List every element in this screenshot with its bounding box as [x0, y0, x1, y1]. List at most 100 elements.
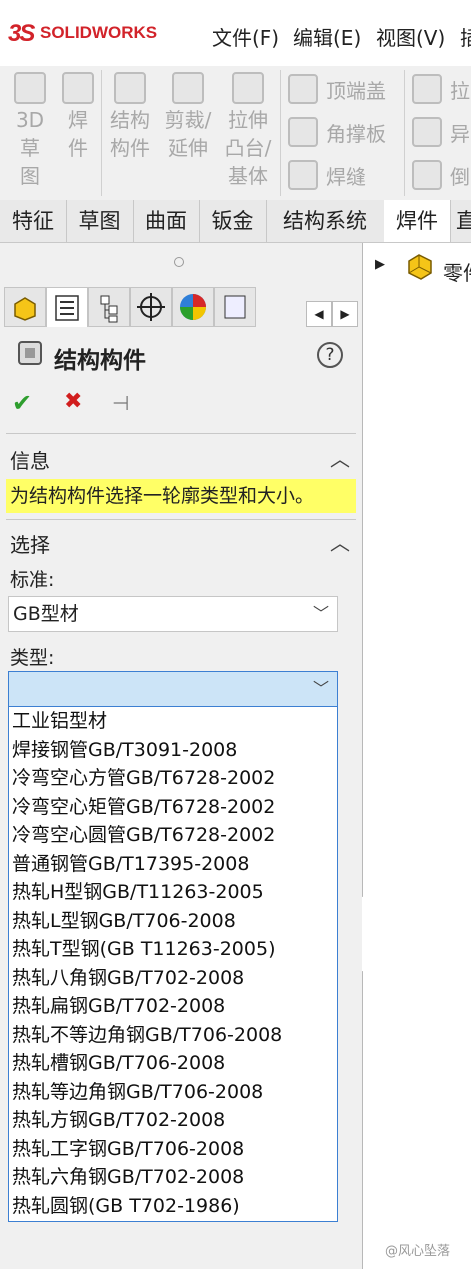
chevron-down-icon: ﹀ — [312, 604, 329, 623]
command-manager: 3D 草 图 焊 件 结构 构件 剪裁/ 延伸 拉伸 凸台/ 基体 顶端盖 角撑… — [0, 66, 471, 200]
structural-member-icon — [114, 72, 146, 104]
type-option[interactable]: 热轧八角钢GB/T702-2008 — [9, 964, 337, 993]
type-option[interactable]: 热轧六角钢GB/T702-2008 — [9, 1163, 337, 1192]
configuration-manager-icon — [100, 295, 118, 323]
weld-bead-label: 焊缝 — [326, 164, 366, 189]
tab-features[interactable]: 特征 — [0, 200, 67, 242]
tab-custom-manager[interactable] — [214, 287, 256, 327]
type-option[interactable]: 冷弯空心圆管GB/T6728-2002 — [9, 821, 337, 850]
title-bar: 3S SOLIDWORKS 文件(F) 编辑(E) 视图(V) 插 — [0, 0, 471, 66]
tab-weldments[interactable]: 焊件 — [384, 200, 451, 242]
type-option[interactable]: 热轧工字钢GB/T706-2008 — [9, 1135, 337, 1164]
structural-member-label: 结构 构件 — [110, 108, 150, 160]
menu-edit[interactable]: 编辑(E) — [293, 22, 361, 51]
gusset-button[interactable]: 角撑板 — [288, 117, 386, 147]
weldment-label: 焊 件 — [68, 108, 88, 160]
hole-wizard-button[interactable]: 异 — [412, 117, 470, 147]
menu-file[interactable]: 文件(F) — [212, 22, 279, 51]
type-option[interactable]: 热轧等边角钢GB/T706-2008 — [9, 1078, 337, 1107]
ok-icon[interactable]: ✔ — [12, 389, 32, 417]
panel-title: 结构构件 — [54, 348, 146, 374]
toolbar-separator — [101, 70, 102, 196]
end-cap-button[interactable]: 顶端盖 — [288, 74, 386, 104]
graphics-area[interactable]: ▶ 零件 @风心坠落 — [363, 243, 471, 1269]
type-option[interactable]: 热轧L型钢GB/T706-2008 — [9, 907, 337, 936]
type-option[interactable]: 热轧H型钢GB/T11263-2005 — [9, 878, 337, 907]
type-option[interactable]: 热轧不等边角钢GB/T706-2008 — [9, 1021, 337, 1050]
scroll-right-icon[interactable]: ▶ — [332, 301, 358, 327]
tab-configuration-manager[interactable] — [88, 287, 130, 327]
hole-wizard-icon — [412, 117, 442, 147]
tab-property-manager[interactable] — [46, 287, 88, 327]
collapse-info-icon[interactable]: ︿ — [330, 443, 350, 472]
type-label: 类型: — [10, 647, 55, 669]
tab-display-manager[interactable] — [172, 287, 214, 327]
command-manager-tabs: 特征 草图 曲面 钣金 结构系统 焊件 直 — [0, 200, 471, 243]
chamfer-label: 倒 — [450, 164, 470, 189]
type-option[interactable]: 普通钢管GB/T17395-2008 — [9, 850, 337, 879]
scroll-left-icon[interactable]: ◀ — [306, 301, 332, 327]
3d-sketch-button[interactable]: 3D 草 图 — [8, 72, 52, 190]
weldment-button[interactable]: 焊 件 — [58, 72, 98, 162]
extrude-label: 拉 — [450, 78, 470, 103]
end-cap-label: 顶端盖 — [326, 78, 386, 103]
tab-sketch[interactable]: 草图 — [66, 200, 134, 242]
structural-member-title-icon — [18, 341, 42, 365]
expand-arrow-icon[interactable]: ▶ — [375, 257, 385, 272]
collapse-selection-icon[interactable]: ︿ — [330, 527, 350, 556]
property-manager-icon — [55, 295, 79, 321]
appearance-sphere-icon — [180, 294, 206, 320]
hole-wizard-label: 异 — [450, 121, 470, 146]
standard-label: 标准: — [10, 569, 55, 591]
weld-bead-button[interactable]: 焊缝 — [288, 160, 366, 190]
standard-value: GB型材 — [13, 603, 79, 625]
info-section-header[interactable]: 信息 — [10, 445, 50, 474]
custom-manager-icon — [224, 295, 246, 319]
panel-collapse-handle-icon[interactable] — [174, 257, 184, 267]
type-dropdown-list[interactable]: 工业铝型材 焊接钢管GB/T3091-2008 冷弯空心方管GB/T6728-200… — [8, 706, 338, 1222]
divider — [6, 433, 356, 434]
menu-insert[interactable]: 插 — [460, 22, 471, 51]
chamfer-button[interactable]: 倒 — [412, 160, 470, 190]
crosshair-icon — [137, 293, 165, 321]
toolbar-separator — [404, 70, 405, 196]
tab-direct-editing[interactable]: 直 — [450, 200, 471, 242]
tab-dimxpert-manager[interactable] — [130, 287, 172, 327]
solidworks-logo-icon: 3S — [8, 20, 35, 47]
weldment-icon — [62, 72, 94, 104]
selection-section-header[interactable]: 选择 — [10, 529, 50, 558]
menu-view[interactable]: 视图(V) — [376, 22, 445, 51]
type-option[interactable]: 热轧槽钢GB/T706-2008 — [9, 1049, 337, 1078]
gusset-label: 角撑板 — [326, 121, 386, 146]
type-option[interactable]: 热轧方钢GB/T702-2008 — [9, 1106, 337, 1135]
trim-extend-label: 剪裁/ 延伸 — [164, 108, 212, 160]
type-option[interactable]: 工业铝型材 — [9, 707, 337, 736]
extruded-boss-button[interactable]: 拉伸 凸台/ 基体 — [222, 72, 274, 190]
type-option[interactable]: 热轧扁钢GB/T702-2008 — [9, 992, 337, 1021]
part-icon — [14, 297, 36, 321]
divider — [6, 519, 356, 520]
pin-icon[interactable]: ⊣ — [112, 391, 129, 415]
tab-structure-system[interactable]: 结构系统 — [266, 200, 385, 242]
chevron-down-icon: ﹀ — [312, 679, 329, 698]
help-icon[interactable]: ? — [317, 342, 343, 368]
trim-extend-button[interactable]: 剪裁/ 延伸 — [160, 72, 216, 162]
gusset-icon — [288, 117, 318, 147]
type-option[interactable]: 热轧T型钢(GB T11263-2005) — [9, 935, 337, 964]
tab-feature-manager[interactable] — [4, 287, 46, 327]
type-option[interactable]: 焊接钢管GB/T3091-2008 — [9, 736, 337, 765]
standard-select[interactable]: GB型材 ﹀ — [8, 596, 338, 632]
type-option[interactable]: 冷弯空心方管GB/T6728-2002 — [9, 764, 337, 793]
type-option[interactable]: 冷弯空心矩管GB/T6728-2002 — [9, 793, 337, 822]
tab-surfaces[interactable]: 曲面 — [133, 200, 200, 242]
tab-sheet-metal[interactable]: 钣金 — [199, 200, 267, 242]
cancel-icon[interactable]: ✖ — [64, 389, 82, 414]
weld-bead-icon — [288, 160, 318, 190]
type-option[interactable]: 热轧圆钢(GB T702-1986) — [9, 1192, 337, 1221]
type-select[interactable]: ﹀ — [8, 671, 338, 707]
3d-sketch-icon — [14, 72, 46, 104]
feature-tree-root[interactable]: 零件 — [443, 257, 471, 286]
extrude-button[interactable]: 拉 — [412, 74, 470, 104]
watermark: @风心坠落 — [385, 1244, 451, 1259]
structural-member-button[interactable]: 结构 构件 — [104, 72, 156, 162]
